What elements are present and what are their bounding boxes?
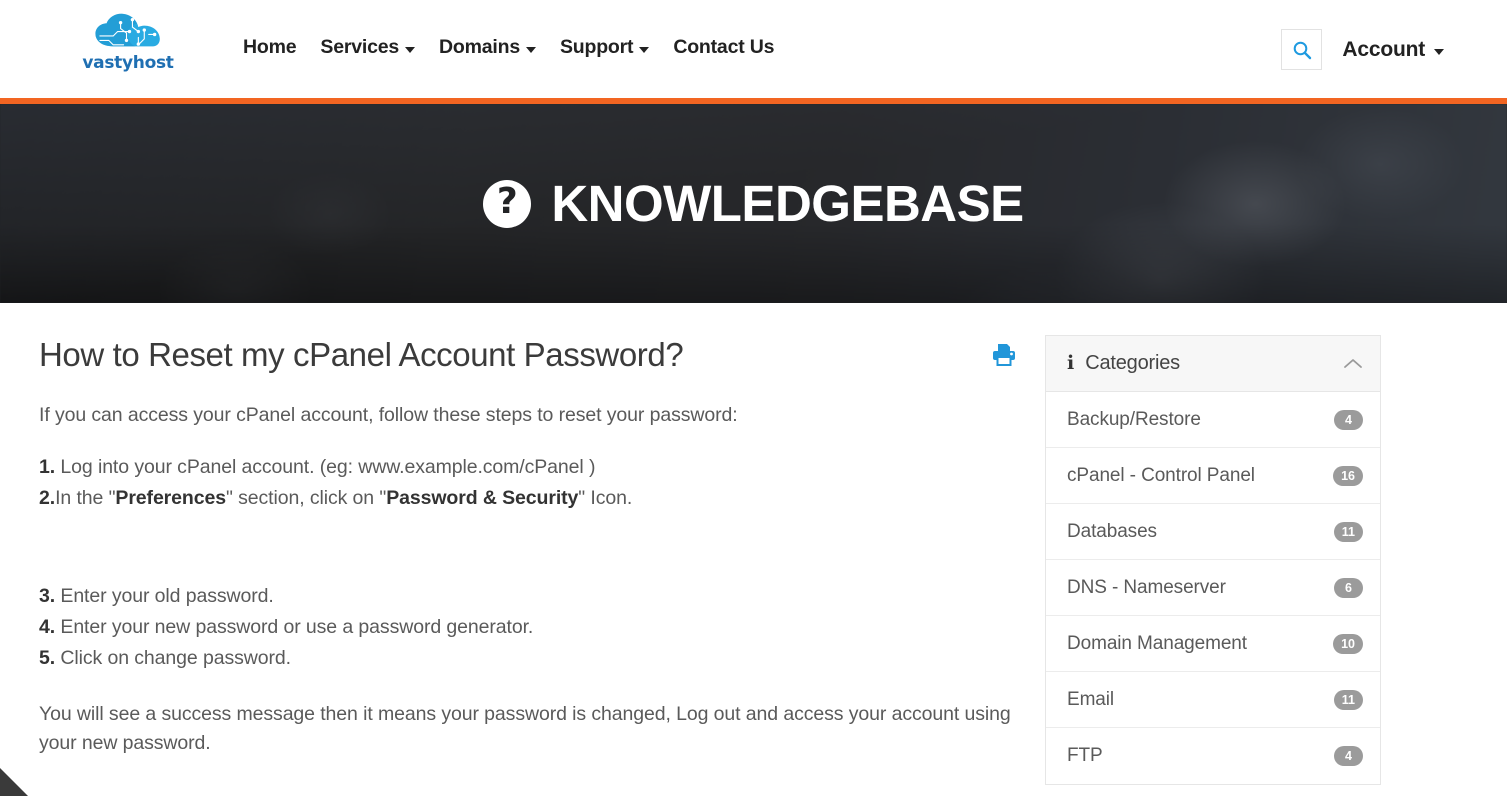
step-text: Log into your cPanel account. (eg: www.e… <box>60 455 596 478</box>
category-label: Email <box>1067 688 1115 710</box>
category-label: Backup/Restore <box>1067 408 1201 430</box>
category-count-badge: 10 <box>1333 633 1363 654</box>
account-menu[interactable]: Account <box>1342 38 1444 62</box>
nav-item-contact-us[interactable]: Contact Us <box>673 36 774 59</box>
steps-list-part-two: 3. Enter your old password. 4. Enter you… <box>39 581 1025 673</box>
step-item: 4. Enter your new password or use a pass… <box>39 612 1025 643</box>
step-item: 2.In the "Preferences" section, click on… <box>39 483 1025 514</box>
search-button[interactable] <box>1281 29 1323 70</box>
article-title: How to Reset my cPanel Account Password? <box>39 336 684 373</box>
nav-label: Home <box>243 36 297 58</box>
chevron-up-icon[interactable] <box>1343 358 1363 370</box>
categories-panel-title: Categories <box>1085 352 1180 374</box>
printer-icon <box>993 344 1015 366</box>
category-count-badge: 11 <box>1333 689 1363 710</box>
category-label: FTP <box>1067 745 1103 766</box>
page-title: KNOWLEDGEBASE <box>551 175 1024 232</box>
logo-text: vastyhost <box>82 53 174 73</box>
chevron-down-icon <box>1434 48 1444 55</box>
account-label: Account <box>1342 37 1425 61</box>
category-count-badge: 4 <box>1334 746 1363 766</box>
step-number: 5. <box>39 647 56 670</box>
category-item-email[interactable]: Email 11 <box>1046 672 1380 728</box>
site-header: vastyhost Home Services Domains Support … <box>0 0 1507 98</box>
category-count-badge: 16 <box>1333 465 1363 486</box>
step-emphasis: Password & Security <box>386 486 579 509</box>
chevron-down-icon <box>525 46 536 53</box>
nav-label: Domains <box>439 36 520 58</box>
nav-item-services[interactable]: Services <box>320 36 416 59</box>
step-emphasis: Preferences <box>115 486 226 509</box>
nav-label: Services <box>320 36 400 58</box>
nav-item-domains[interactable]: Domains <box>439 36 536 59</box>
categories-panel: i Categories Backup/Restore 4 cPanel - C… <box>1045 335 1381 785</box>
info-icon: i <box>1067 352 1075 374</box>
search-icon <box>1293 41 1312 59</box>
article-intro: If you can access your cPanel account, f… <box>39 403 738 426</box>
category-label: Databases <box>1067 520 1157 542</box>
nav-label: Contact Us <box>673 36 775 58</box>
nav-item-support[interactable]: Support <box>559 36 650 59</box>
step-item: 5. Click on change password. <box>39 643 1025 674</box>
chevron-down-icon <box>405 46 416 53</box>
step-number: 1. <box>39 455 56 478</box>
nav-label: Support <box>559 36 634 58</box>
step-item: 3. Enter your old password. <box>39 581 1025 612</box>
hero-banner: ? KNOWLEDGEBASE <box>0 104 1507 303</box>
question-mark-circle-icon: ? <box>483 179 532 228</box>
step-text: " section, click on " <box>225 486 387 509</box>
cloud-circuit-icon <box>95 13 160 47</box>
step-text: " Icon. <box>578 486 633 509</box>
category-item-ftp[interactable]: FTP 4 <box>1046 728 1380 784</box>
step-number: 2. <box>39 486 56 509</box>
category-count-badge: 11 <box>1333 521 1363 542</box>
nav-item-home[interactable]: Home <box>243 36 297 59</box>
category-label: DNS - Nameserver <box>1067 576 1226 598</box>
category-count-badge: 6 <box>1334 577 1363 598</box>
category-item-domain-management[interactable]: Domain Management 10 <box>1046 616 1380 672</box>
print-button[interactable] <box>990 341 1018 369</box>
category-label: cPanel - Control Panel <box>1067 464 1255 486</box>
step-number: 4. <box>39 616 56 639</box>
category-item-backup-restore[interactable]: Backup/Restore 4 <box>1046 392 1380 448</box>
category-item-dns-nameserver[interactable]: DNS - Nameserver 6 <box>1046 560 1380 616</box>
step-text: Click on change password. <box>60 647 291 670</box>
category-item-cpanel-control-panel[interactable]: cPanel - Control Panel 16 <box>1046 448 1380 504</box>
step-item: 1. Log into your cPanel account. (eg: ww… <box>39 452 1025 483</box>
step-text: In the " <box>55 486 116 509</box>
article-column: How to Reset my cPanel Account Password?… <box>0 335 1045 796</box>
step-number: 3. <box>39 585 56 608</box>
cursor-pointer-artifact <box>0 768 28 796</box>
site-logo[interactable]: vastyhost <box>72 6 184 78</box>
header-actions: Account <box>1281 29 1444 70</box>
article-closing-text: You will see a success message then it m… <box>39 702 1011 755</box>
category-label: Domain Management <box>1067 632 1247 654</box>
page-content: How to Reset my cPanel Account Password?… <box>0 303 1507 796</box>
steps-list-part-one: 1. Log into your cPanel account. (eg: ww… <box>39 452 1025 514</box>
step-text: Enter your old password. <box>60 585 274 608</box>
sidebar-column: i Categories Backup/Restore 4 cPanel - C… <box>1045 335 1507 796</box>
article-image-placeholder <box>39 513 1025 581</box>
category-count-badge: 4 <box>1334 409 1363 430</box>
chevron-down-icon <box>639 46 650 53</box>
main-navigation: Home Services Domains Support Contact Us <box>243 36 774 59</box>
step-text: Enter your new password or use a passwor… <box>60 616 534 639</box>
categories-panel-header[interactable]: i Categories <box>1046 336 1380 392</box>
category-item-databases[interactable]: Databases 11 <box>1046 504 1380 560</box>
